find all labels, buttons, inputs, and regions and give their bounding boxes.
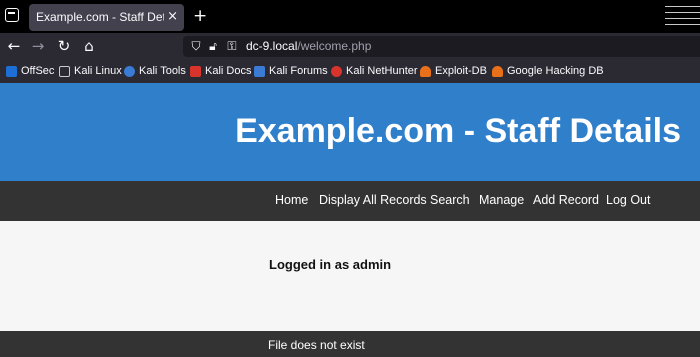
site-footer: File does not exist xyxy=(0,331,700,357)
kali-nethunter-icon xyxy=(331,65,342,77)
new-tab-button[interactable]: + xyxy=(193,6,207,26)
bookmark-label: Kali NetHunter xyxy=(346,65,418,77)
url-host: dc-9.local xyxy=(246,39,298,53)
kali-docs-icon xyxy=(190,65,201,77)
window-edge xyxy=(665,0,700,33)
kali-forums-icon xyxy=(254,65,265,77)
main-content: Logged in as admin xyxy=(0,221,700,331)
nav-display-all-records[interactable]: Display All Records xyxy=(319,193,427,207)
key-icon[interactable]: ⚿ xyxy=(225,39,239,53)
exploit-db-icon xyxy=(420,65,431,77)
reload-icon[interactable]: ↻ xyxy=(55,37,73,55)
bookmark-label: OffSec xyxy=(21,65,55,77)
site-nav: Home Display All Records Search Manage A… xyxy=(0,181,700,221)
nav-log-out[interactable]: Log Out xyxy=(606,193,650,207)
forward-icon[interactable]: → xyxy=(29,37,47,55)
tab-strip: Example.com - Staff Details × + xyxy=(0,0,700,33)
url-path: /welcome.php xyxy=(297,39,372,53)
home-icon[interactable]: ⌂ xyxy=(80,37,98,55)
nav-toolbar: ← → ↻ ⌂ ⛉ 🔓︎ ⚿ dc-9.local/welcome.php xyxy=(0,33,700,59)
kali-dragon-icon xyxy=(59,65,70,77)
login-status-message: Logged in as admin xyxy=(269,257,392,272)
lock-icon[interactable]: 🔓︎ xyxy=(206,39,220,53)
url-bar[interactable]: ⛉ 🔓︎ ⚿ dc-9.local/welcome.php xyxy=(183,36,700,57)
nav-home[interactable]: Home xyxy=(275,193,308,207)
web-page: Example.com - Staff Details Home Display… xyxy=(0,83,700,357)
bookmark-google-hacking-db[interactable]: Google Hacking DB xyxy=(492,63,604,79)
offsec-icon xyxy=(6,65,17,77)
tab-title: Example.com - Staff Details xyxy=(36,10,164,24)
close-tab-icon[interactable]: × xyxy=(167,8,178,25)
site-header: Example.com - Staff Details xyxy=(0,83,700,181)
bookmark-label: Kali Forums xyxy=(269,65,328,77)
bookmark-kali-tools[interactable]: Kali Tools xyxy=(124,63,186,79)
bookmark-exploit-db[interactable]: Exploit-DB xyxy=(420,63,487,79)
bookmark-label: Kali Docs xyxy=(205,65,252,77)
footer-message: File does not exist xyxy=(268,338,365,352)
nav-add-record[interactable]: Add Record xyxy=(533,193,599,207)
bookmark-kali-docs[interactable]: Kali Docs xyxy=(190,63,251,79)
bookmark-kali-forums[interactable]: Kali Forums xyxy=(254,63,328,79)
kali-tools-icon xyxy=(124,65,135,77)
shield-icon[interactable]: ⛉ xyxy=(189,39,203,53)
tab-list-icon[interactable] xyxy=(5,8,19,22)
tab-active[interactable]: Example.com - Staff Details × xyxy=(29,4,184,31)
site-title: Example.com - Staff Details xyxy=(235,112,681,150)
bookmark-kali-linux[interactable]: Kali Linux xyxy=(59,63,122,79)
bookmark-label: Kali Linux xyxy=(74,65,122,77)
bookmark-kali-nethunter[interactable]: Kali NetHunter xyxy=(331,63,418,79)
bookmark-label: Exploit-DB xyxy=(435,65,487,77)
bookmark-label: Google Hacking DB xyxy=(507,65,604,77)
url-text[interactable]: dc-9.local/welcome.php xyxy=(246,39,371,53)
nav-search[interactable]: Search xyxy=(430,193,470,207)
back-icon[interactable]: ← xyxy=(5,37,23,55)
bookmark-offsec[interactable]: OffSec xyxy=(6,63,54,79)
bookmark-label: Kali Tools xyxy=(139,65,186,77)
nav-manage[interactable]: Manage xyxy=(479,193,524,207)
ghdb-icon xyxy=(492,65,503,77)
bookmarks-toolbar: OffSec Kali Linux Kali Tools Kali Docs K… xyxy=(0,59,700,83)
